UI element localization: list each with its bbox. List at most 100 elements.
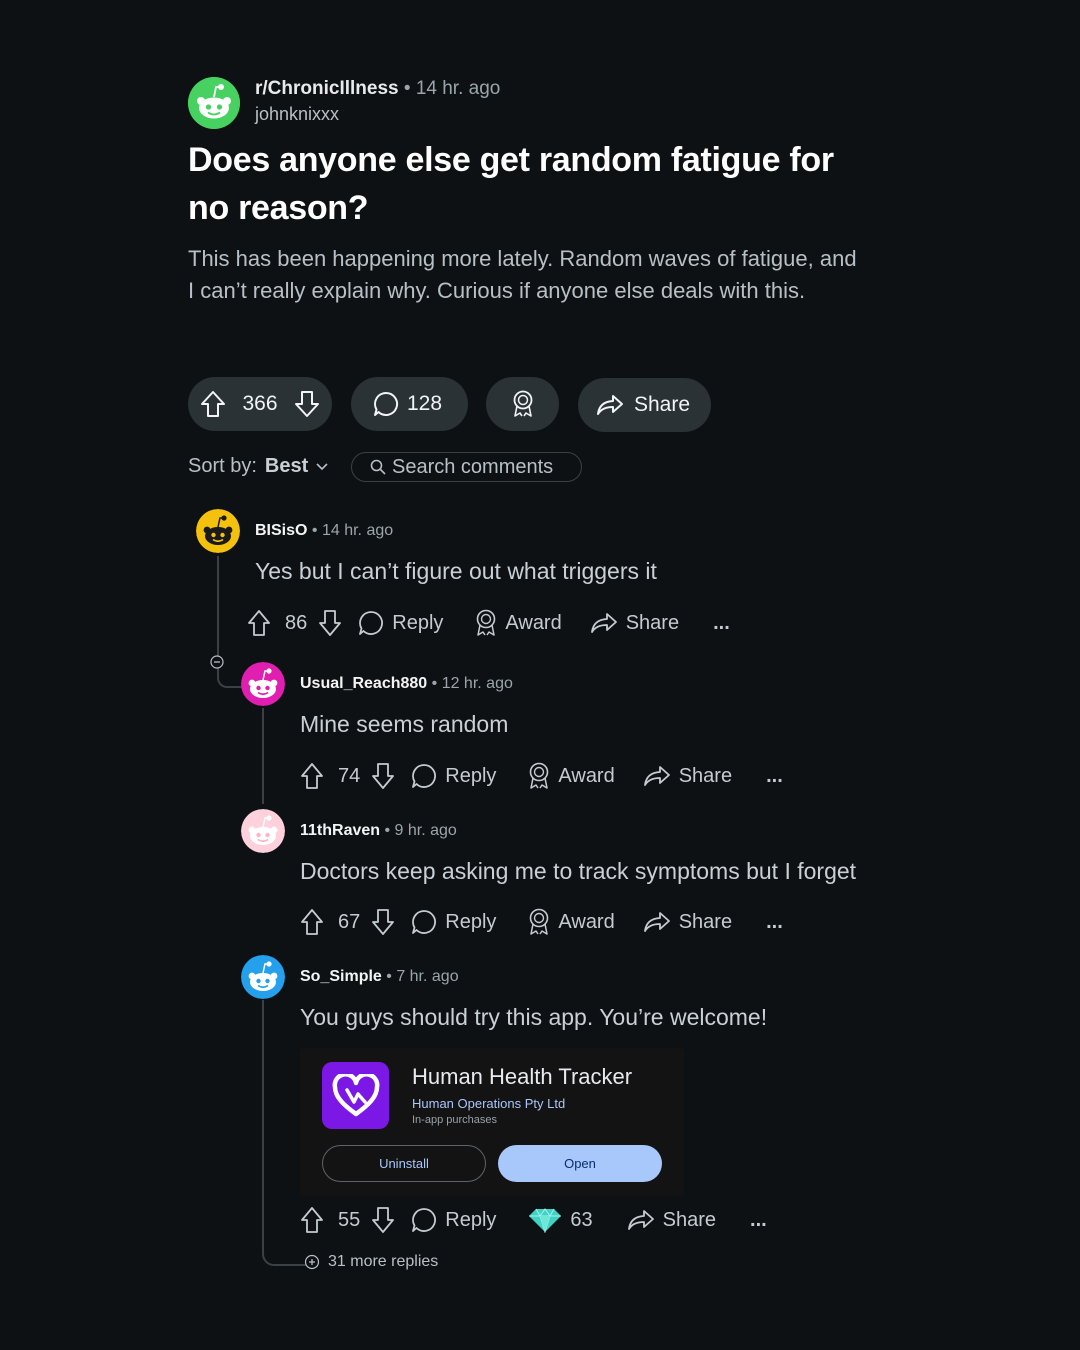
uninstall-button[interactable]: Uninstall [322, 1145, 486, 1182]
share-button[interactable]: Share [643, 765, 732, 788]
sort-value: Best [264, 455, 309, 477]
chevron-down-icon [316, 462, 328, 471]
post-meta: r/ChronicIllness • 14 hr. ago [255, 78, 500, 100]
more-options-icon[interactable]: ... [766, 911, 783, 934]
reply-button[interactable]: Reply [411, 909, 496, 935]
avatar[interactable] [196, 509, 240, 553]
sort-label: Sort by: [188, 455, 257, 477]
upvote-icon[interactable] [300, 762, 324, 790]
comment-icon [411, 1207, 437, 1233]
search-placeholder: Search comments [392, 455, 554, 478]
reply-label: Reply [445, 910, 497, 933]
comment-actions: 74 Reply Award Share ... [300, 762, 783, 790]
more-replies-link[interactable]: 31 more replies [304, 1253, 438, 1271]
avatar[interactable] [241, 955, 285, 999]
downvote-icon[interactable] [371, 762, 395, 790]
post-time: 14 hr. ago [415, 78, 501, 99]
app-store-card[interactable]: Human Health Tracker Human Operations Pt… [300, 1048, 684, 1196]
reply-label: Reply [392, 611, 444, 634]
collapse-thread-icon[interactable] [210, 655, 224, 669]
award-label: Award [505, 611, 562, 634]
more-options-icon[interactable]: ... [766, 765, 783, 788]
comment-icon [358, 610, 384, 636]
more-options-icon[interactable]: ... [750, 1209, 767, 1232]
avatar[interactable] [241, 809, 285, 853]
subreddit-name[interactable]: r/ChronicIllness [255, 78, 399, 99]
post-author[interactable]: johnknixxx [255, 104, 339, 125]
downvote-icon[interactable] [294, 390, 320, 418]
downvote-icon[interactable] [371, 1206, 395, 1234]
comment-time: • 7 hr. ago [386, 968, 459, 985]
subreddit-avatar[interactable] [188, 77, 240, 129]
sort-dropdown[interactable]: Sort by: Best [188, 455, 328, 478]
award-button[interactable]: Award [528, 762, 615, 790]
comment-time: • 12 hr. ago [431, 675, 513, 692]
post-title: Does anyone else get random fatigue for … [188, 141, 834, 227]
share-icon [627, 1209, 655, 1231]
thread-line[interactable] [262, 708, 264, 804]
share-icon [643, 765, 671, 787]
award-button[interactable] [486, 377, 559, 431]
app-icon[interactable] [322, 1062, 389, 1129]
comment-username[interactable]: 11thRaven [300, 822, 380, 839]
award-icon [528, 908, 550, 936]
vote-count: 74 [338, 764, 361, 787]
upvote-icon[interactable] [247, 609, 271, 637]
app-note: In-app purchases [412, 1114, 497, 1126]
share-button[interactable]: Share [643, 911, 732, 934]
snoo-icon [188, 77, 240, 129]
comment-meta: BISisO • 14 hr. ago [255, 522, 393, 540]
comment-count: 128 [407, 392, 443, 415]
comment-meta: 11thRaven • 9 hr. ago [300, 822, 457, 840]
comment-time: • 9 hr. ago [384, 822, 457, 839]
share-label: Share [678, 764, 733, 787]
share-button[interactable]: Share [590, 612, 679, 635]
award-icon [512, 390, 534, 418]
reply-button[interactable]: Reply [358, 610, 443, 636]
share-label: Share [678, 910, 733, 933]
post-vote-count: 366 [242, 392, 278, 415]
more-options-icon[interactable]: ... [713, 612, 730, 635]
comment-username[interactable]: BISisO [255, 522, 307, 539]
award-button[interactable]: Award [475, 609, 562, 637]
comment-text: Doctors keep asking me to track symptoms… [300, 858, 857, 884]
search-comments-input[interactable]: Search comments [351, 452, 582, 482]
upvote-icon[interactable] [200, 390, 226, 418]
award-icon [475, 609, 497, 637]
share-label: Share [662, 1208, 717, 1231]
post-vote-pill: 366 [188, 377, 332, 431]
open-button[interactable]: Open [498, 1145, 662, 1182]
award-icon [528, 762, 550, 790]
share-label: Share [625, 611, 680, 634]
reply-label: Reply [445, 1208, 497, 1231]
snoo-icon [241, 809, 285, 853]
share-button[interactable]: Share [627, 1209, 716, 1232]
more-replies-label: 31 more replies [328, 1253, 439, 1270]
comment-icon [373, 391, 399, 417]
comment-username[interactable]: Usual_Reach880 [300, 675, 427, 692]
upvote-icon[interactable] [300, 908, 324, 936]
gem-award-button[interactable]: 63 [528, 1207, 593, 1233]
comment-icon [411, 763, 437, 789]
downvote-icon[interactable] [371, 908, 395, 936]
comment-actions: 55 Reply 63 Share ... [300, 1206, 767, 1234]
expand-icon [304, 1254, 320, 1270]
app-developer[interactable]: Human Operations Pty Ltd [412, 1096, 565, 1111]
reply-button[interactable]: Reply [411, 763, 496, 789]
reply-button[interactable]: Reply [411, 1207, 496, 1233]
comment-actions: 67 Reply Award Share ... [300, 908, 783, 936]
comment-meta: Usual_Reach880 • 12 hr. ago [300, 675, 513, 693]
comment-text: Yes but I can’t figure out what triggers… [255, 558, 657, 584]
reply-label: Reply [445, 764, 497, 787]
award-button[interactable]: Award [528, 908, 615, 936]
comment-username[interactable]: So_Simple [300, 968, 382, 985]
upvote-icon[interactable] [300, 1206, 324, 1234]
avatar[interactable] [241, 662, 285, 706]
comments-button[interactable]: 128 [351, 377, 468, 431]
downvote-icon[interactable] [318, 609, 342, 637]
comment-time: • 14 hr. ago [311, 522, 394, 539]
share-button[interactable]: Share [578, 378, 711, 432]
thread-connector [217, 668, 243, 688]
thread-line[interactable] [217, 556, 219, 656]
gem-icon [528, 1207, 562, 1233]
